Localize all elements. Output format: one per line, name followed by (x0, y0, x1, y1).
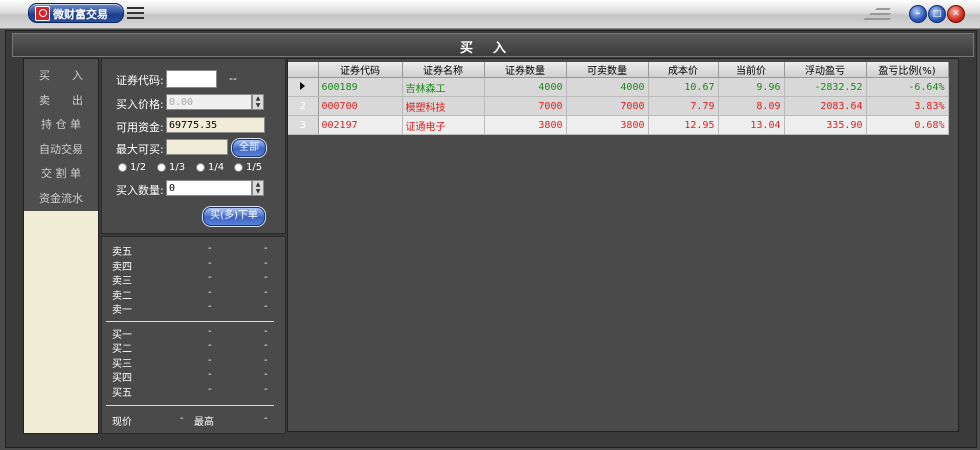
funds-label: 可用资金: (116, 121, 164, 134)
funds-value: 69775.35 (166, 117, 265, 133)
price-input[interactable]: 0.00 (166, 94, 252, 110)
buy-level-1: 买一 - - (112, 326, 268, 341)
col-header[interactable]: 盈亏比例(%) (866, 62, 949, 78)
title-bar: 微财富交易 – □ ✕ (0, 0, 980, 29)
sidebar-item-positions[interactable]: 持 仓 单 (24, 116, 98, 132)
submit-buy-button[interactable]: 买(多)下单 (203, 207, 265, 226)
col-header[interactable]: 浮动盈亏 (784, 62, 867, 78)
current-price-row: 现价 - 最高 - (112, 413, 268, 428)
col-header[interactable]: 证券代码 (318, 62, 403, 78)
buy-level-5: 买五 - - (112, 384, 268, 399)
price-label: 买入价格: (116, 98, 164, 111)
sidebar-item-fund-flow[interactable]: 资金流水 (24, 190, 98, 206)
fraction-radio-quarter[interactable] (196, 163, 205, 172)
maxbuy-label: 最大可买: (116, 143, 164, 156)
buy-level-4: 买四 - - (112, 369, 268, 384)
col-header[interactable]: 证券名称 (402, 62, 485, 78)
sell-level-1: 卖一 - - (112, 301, 268, 316)
sell-level-2: 卖二 - - (112, 287, 268, 302)
divider (106, 405, 274, 406)
fraction-radio-fifth[interactable] (234, 163, 243, 172)
col-header[interactable]: 证券数量 (484, 62, 567, 78)
table-header: 证券代码 证券名称 证券数量 可卖数量 成本价 当前价 浮动盈亏 盈亏比例(%) (288, 62, 949, 78)
sell-level-5: 卖五 - - (112, 243, 268, 258)
app-title-button[interactable]: 微财富交易 (28, 3, 124, 23)
row-selector[interactable]: 2 (288, 96, 319, 116)
app-title: 微财富交易 (53, 8, 108, 21)
order-book: 卖五 - - 卖四 - - 卖三 - - 卖二 - - 卖一 - - 买一 - - 买二 - - 买三 - - … (101, 236, 286, 434)
page-title: 买入 (459, 41, 526, 56)
order-form: 证券代码: -- 买入价格: 0.00 ▲ ▼ 可用资金: 69775.35 最大… (101, 58, 286, 234)
buy-level-3: 买三 - - (112, 355, 268, 370)
menu-icon[interactable] (127, 7, 144, 19)
resize-grip-icon (858, 6, 894, 22)
table-row[interactable]: 2 000700 模塑科技 7000 7000 7.79 8.09 2083.6… (288, 96, 949, 116)
holdings-table: 证券代码 证券名称 证券数量 可卖数量 成本价 当前价 浮动盈亏 盈亏比例(%)… (287, 58, 959, 432)
code-name: -- (229, 72, 237, 85)
sidebar-item-settlement[interactable]: 交 割 单 (24, 165, 98, 181)
sell-level-4: 卖四 - - (112, 258, 268, 273)
maximize-button[interactable]: □ (928, 5, 946, 23)
col-header[interactable]: 成本价 (648, 62, 719, 78)
sidebar-nav: 买 入 卖 出 持 仓 单 自动交易 交 割 单 资金流水 (23, 58, 99, 434)
app-logo-icon (35, 6, 50, 21)
row-selector[interactable]: 3 (288, 115, 319, 135)
row-selector[interactable] (288, 77, 319, 97)
sidebar-item-auto-trade[interactable]: 自动交易 (24, 141, 98, 157)
qty-stepper[interactable]: ▲ ▼ (252, 180, 264, 196)
close-button[interactable]: ✕ (947, 5, 965, 23)
fraction-radio-half[interactable] (118, 163, 127, 172)
maxbuy-value (166, 139, 228, 155)
fraction-radio-third[interactable] (157, 163, 166, 172)
table-row[interactable]: 3 002197 证通电子 3800 3800 12.95 13.04 335.… (288, 115, 949, 135)
table-row[interactable]: 600189 吉林森工 4000 4000 10.67 9.96 -2832.5… (288, 77, 949, 97)
sidebar-item-buy[interactable]: 买 入 (24, 67, 98, 83)
divider (106, 321, 274, 322)
minimize-button[interactable]: – (909, 5, 927, 23)
all-button[interactable]: 全部 (232, 139, 266, 157)
col-header[interactable]: 当前价 (718, 62, 785, 78)
col-header[interactable]: 可卖数量 (566, 62, 649, 78)
qty-label: 买入数量: (116, 184, 164, 197)
sidebar-item-sell[interactable]: 卖 出 (24, 92, 98, 108)
price-stepper[interactable]: ▲ ▼ (252, 94, 264, 110)
buy-level-2: 买二 - - (112, 340, 268, 355)
qty-input[interactable]: 0 (166, 180, 252, 196)
row-pointer-icon (300, 81, 306, 90)
code-label: 证券代码: (116, 74, 164, 87)
page-header: 买入 (12, 33, 974, 57)
code-input[interactable] (166, 70, 217, 88)
sell-level-3: 卖三 - - (112, 272, 268, 287)
